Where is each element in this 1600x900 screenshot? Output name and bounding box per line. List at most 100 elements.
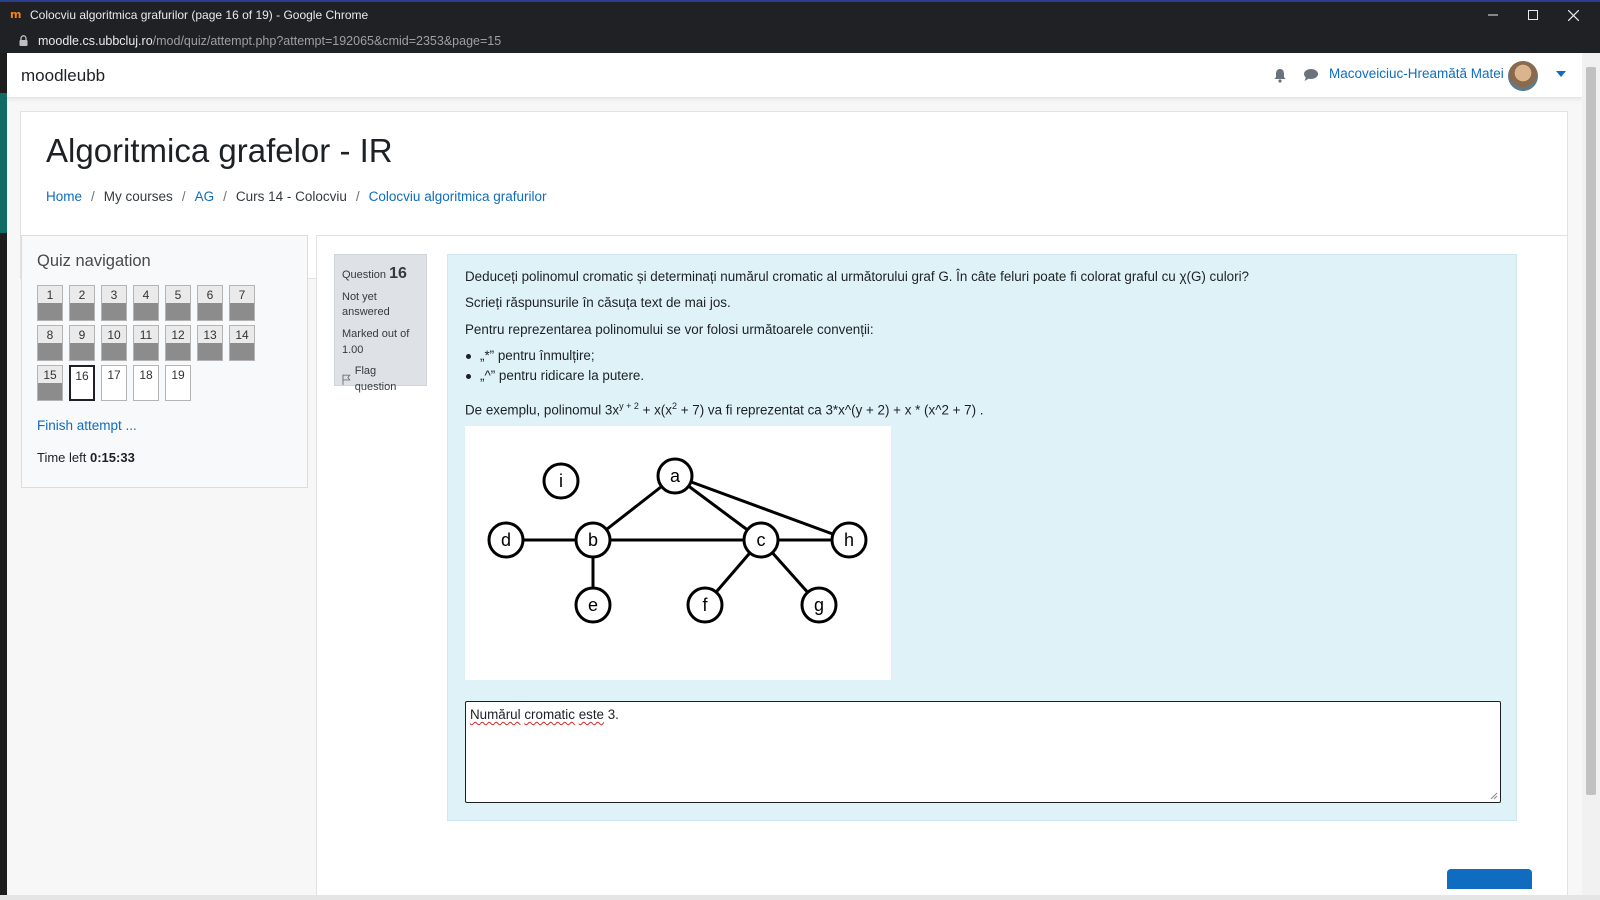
quiz-nav-question-6[interactable]: 6 — [197, 285, 223, 321]
quiz-nav-question-8[interactable]: 8 — [37, 325, 63, 361]
graph-node-g: g — [800, 586, 838, 624]
quiz-nav-question-number: 8 — [46, 328, 54, 342]
breadcrumb-quiz[interactable]: Colocviu algoritmica grafurilor — [369, 189, 547, 204]
answered-indicator — [70, 343, 94, 360]
convention-power: „^” pentru ridicare la putere. — [465, 368, 645, 383]
close-icon[interactable] — [1553, 2, 1593, 28]
graph-node-label: g — [814, 595, 824, 615]
quiz-nav-question-9[interactable]: 9 — [69, 325, 95, 361]
answered-indicator — [166, 303, 190, 320]
quiz-nav-question-2[interactable]: 2 — [69, 285, 95, 321]
flag-question-button[interactable]: Flag question — [342, 364, 419, 395]
quiz-nav-question-number: 15 — [43, 368, 57, 382]
question-info: Question 16 Not yet answered Marked out … — [334, 254, 427, 393]
question-text-line1: Deduceți polinomul cromatic și determina… — [465, 269, 1250, 284]
graph-node-e: e — [574, 586, 612, 624]
answer-word: 3. — [607, 707, 619, 722]
user-name[interactable]: Macoveiciuc-Hreamătă Matei — [1329, 66, 1504, 81]
bell-icon[interactable] — [1273, 68, 1287, 88]
graph-node-b: b — [574, 521, 612, 559]
scrollbar-thumb[interactable] — [1586, 67, 1596, 795]
quiz-nav-question-number: 17 — [107, 368, 121, 382]
chevron-down-icon[interactable] — [1556, 71, 1566, 77]
answer-textarea[interactable]: Numărul cromatic este 3. — [465, 701, 1501, 803]
quiz-nav-question-number: 6 — [206, 288, 214, 302]
quiz-nav-question-10[interactable]: 10 — [101, 325, 127, 361]
lock-icon — [19, 35, 28, 46]
browser-window: m Colocviu algoritmica grafurilor (page … — [0, 0, 1600, 900]
flag-icon — [342, 374, 351, 386]
page-viewport: moodleubb Macoveiciuc-Hreamătă Matei Alg… — [7, 53, 1582, 895]
quiz-nav-question-number: 4 — [142, 288, 150, 302]
page-title: Algoritmica grafelor - IR — [46, 132, 393, 169]
time-left-value: 0:15:33 — [89, 450, 135, 465]
graph-node-label: d — [501, 530, 511, 550]
quiz-nav-question-3[interactable]: 3 — [101, 285, 127, 321]
answered-indicator — [102, 303, 126, 320]
graph-node-label: e — [588, 595, 598, 615]
quiz-nav-question-19[interactable]: 19 — [165, 365, 191, 401]
convention-multiplication: „*” pentru înmulțire; — [466, 348, 595, 363]
quiz-nav-question-18[interactable]: 18 — [133, 365, 159, 401]
quiz-nav-question-14[interactable]: 14 — [229, 325, 255, 361]
quiz-nav-question-5[interactable]: 5 — [165, 285, 191, 321]
time-left: Time left 0:15:33 — [37, 450, 135, 465]
moodle-favicon-icon: m — [10, 8, 22, 21]
minimize-icon[interactable] — [1473, 2, 1513, 28]
answered-indicator — [198, 343, 222, 360]
window-title: Colocviu algoritmica grafurilor (page 16… — [30, 8, 369, 22]
breadcrumb: Home / My courses / AG / Curs 14 - Coloc… — [46, 189, 547, 204]
breadcrumb-my-courses: My courses — [103, 189, 173, 204]
address-bar[interactable]: moodle.cs.ubbcluj.ro/mod/quiz/attempt.ph… — [0, 28, 1600, 53]
graph-node-h: h — [830, 521, 868, 559]
answered-indicator — [198, 303, 222, 320]
top-navbar: moodleubb Macoveiciuc-Hreamătă Matei — [7, 53, 1582, 98]
next-page-button[interactable] — [1447, 869, 1532, 889]
breadcrumb-home[interactable]: Home — [46, 189, 82, 204]
url-path: /mod/quiz/attempt.php?attempt=192065&cmi… — [152, 33, 502, 48]
quiz-nav-question-17[interactable]: 17 — [101, 365, 127, 401]
answer-word: cromatic — [524, 707, 575, 722]
quiz-navigation-heading: Quiz navigation — [37, 252, 151, 270]
question-number-value: 16 — [389, 265, 407, 282]
quiz-nav-question-number: 12 — [171, 328, 185, 342]
breadcrumb-ag[interactable]: AG — [195, 189, 215, 204]
graph-node-d: d — [487, 521, 525, 559]
quiz-nav-question-4[interactable]: 4 — [133, 285, 159, 321]
quiz-nav-question-15[interactable]: 15 — [37, 365, 63, 401]
quiz-nav-question-number: 10 — [107, 328, 121, 342]
quiz-nav-question-number: 2 — [78, 288, 86, 302]
breadcrumb-separator: / — [181, 189, 186, 204]
quiz-nav-question-13[interactable]: 13 — [197, 325, 223, 361]
quiz-nav-question-16[interactable]: 16 — [69, 365, 95, 401]
graph-node-label: c — [757, 530, 766, 550]
quiz-nav-question-number: 3 — [110, 288, 118, 302]
quiz-nav-question-12[interactable]: 12 — [165, 325, 191, 361]
time-left-label: Time left — [37, 450, 87, 465]
answered-indicator — [230, 343, 254, 360]
quiz-nav-question-7[interactable]: 7 — [229, 285, 255, 321]
site-brand[interactable]: moodleubb — [21, 66, 105, 86]
vertical-scrollbar[interactable] — [1582, 53, 1600, 895]
url-host: moodle.cs.ubbcluj.ro — [38, 33, 153, 48]
answered-indicator — [38, 303, 62, 320]
quiz-nav-question-11[interactable]: 11 — [133, 325, 159, 361]
maximize-icon[interactable] — [1513, 2, 1553, 28]
question-state: Not yet answered — [342, 290, 390, 319]
breadcrumb-separator: / — [223, 189, 227, 204]
graph-node-f: f — [686, 586, 724, 624]
graph-node-label: a — [670, 466, 681, 486]
finish-attempt-link[interactable]: Finish attempt ... — [37, 418, 137, 433]
breadcrumb-separator: / — [355, 189, 360, 204]
question-text-line3: Pentru reprezentarea polinomului se vor … — [465, 322, 874, 337]
title-bar: m Colocviu algoritmica grafurilor (page … — [0, 0, 1600, 28]
quiz-nav-question-1[interactable]: 1 — [37, 285, 63, 321]
resize-handle-icon[interactable] — [1490, 792, 1498, 800]
chat-icon[interactable] — [1303, 68, 1319, 87]
answered-indicator — [166, 343, 190, 360]
graph-node-label: h — [844, 530, 854, 550]
quiz-nav-question-number: 13 — [203, 328, 217, 342]
question-label: Question — [342, 269, 387, 281]
quiz-nav-question-number: 14 — [235, 328, 249, 342]
avatar[interactable] — [1508, 61, 1538, 91]
